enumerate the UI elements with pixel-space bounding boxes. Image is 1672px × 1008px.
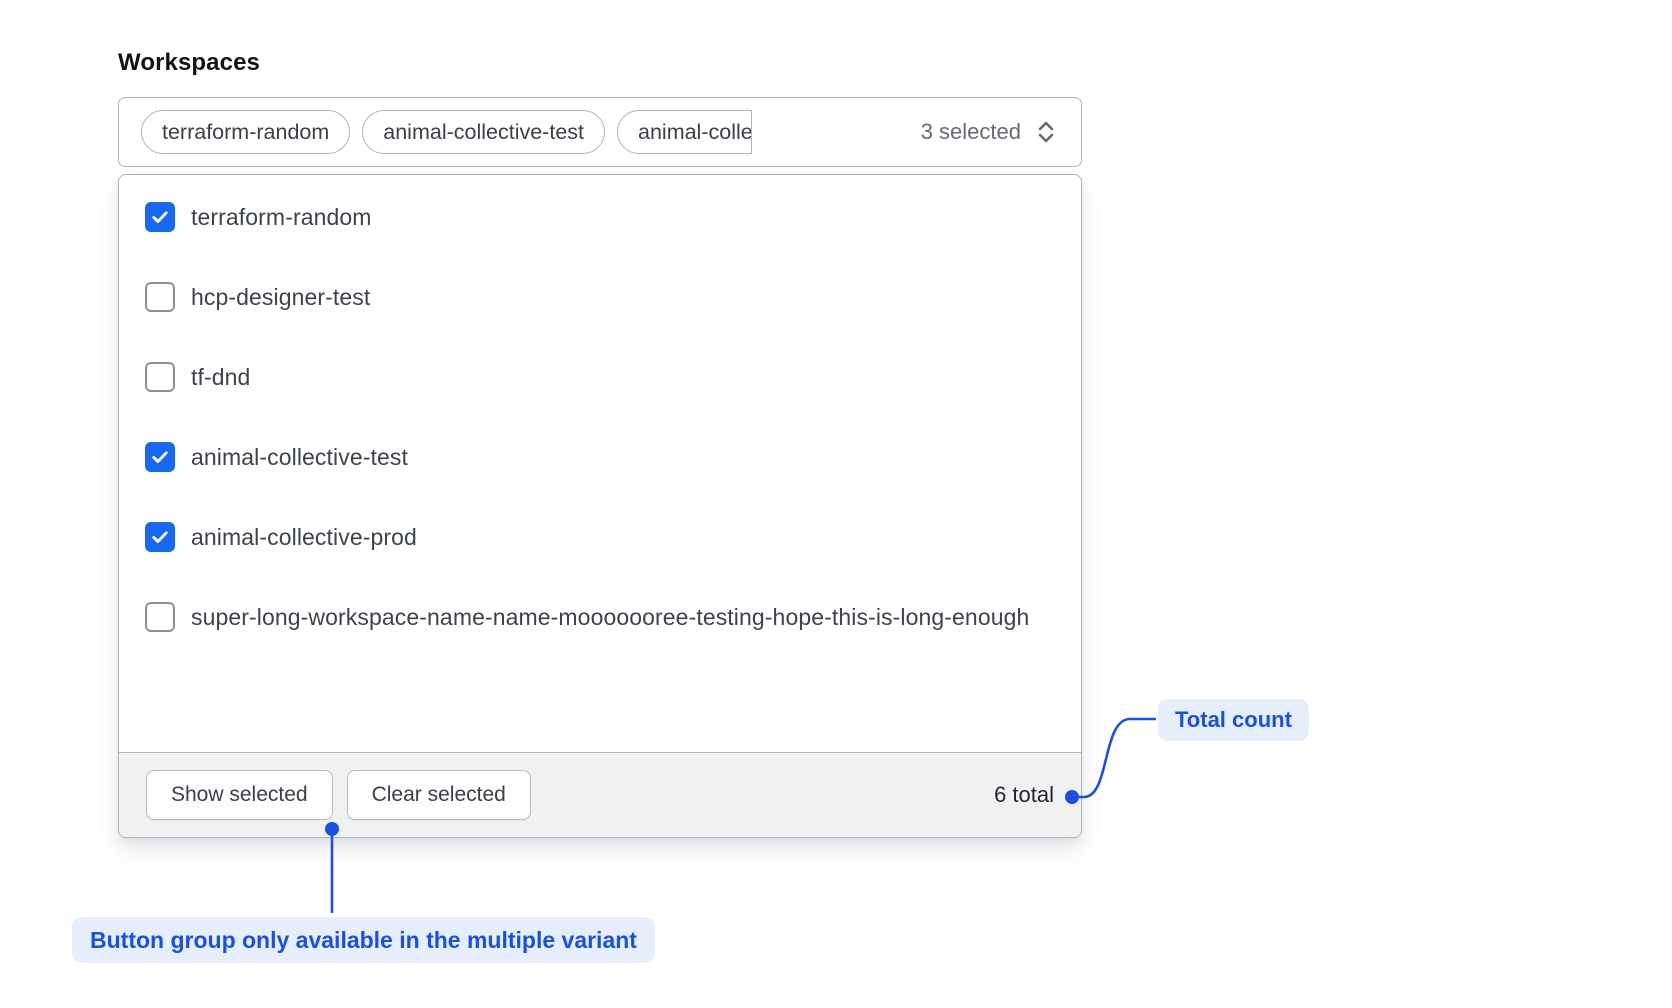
option-list: terraform-random hcp-designer-test tf-dn… [119, 175, 1081, 657]
selected-count-group: 3 selected [921, 118, 1059, 146]
listbox-panel: terraform-random hcp-designer-test tf-dn… [118, 174, 1082, 838]
annotation-button-group: Button group only available in the multi… [72, 917, 655, 963]
show-selected-button[interactable]: Show selected [146, 770, 333, 820]
option-row[interactable]: animal-collective-prod [119, 497, 1081, 577]
total-count-connector-line [1072, 719, 1156, 797]
workspaces-field-label: Workspaces [118, 47, 260, 79]
check-icon [150, 447, 170, 467]
option-row[interactable]: hcp-designer-test [119, 257, 1081, 337]
option-label: terraform-random [191, 201, 372, 233]
caret-sort-icon [1033, 118, 1059, 146]
option-row[interactable]: super-long-workspace-name-name-moooooore… [119, 577, 1081, 657]
total-count: 6 total [994, 782, 1054, 808]
check-icon [150, 527, 170, 547]
option-label: hcp-designer-test [191, 281, 370, 313]
clear-selected-button[interactable]: Clear selected [347, 770, 531, 820]
option-checkbox[interactable] [145, 282, 175, 312]
option-label: tf-dnd [191, 361, 250, 393]
selected-tag: terraform-random [141, 110, 350, 154]
selected-count: 3 selected [921, 119, 1021, 145]
option-row[interactable]: animal-collective-test [119, 417, 1081, 497]
selected-tag: animal-collective-prod [617, 110, 752, 154]
selected-tags: terraform-random animal-collective-test an… [141, 110, 752, 154]
listbox-footer: Show selected Clear selected 6 total [119, 752, 1081, 837]
option-checkbox[interactable] [145, 362, 175, 392]
option-label: animal-collective-test [191, 441, 408, 473]
option-row[interactable]: tf-dnd [119, 337, 1081, 417]
option-row[interactable]: terraform-random [119, 177, 1081, 257]
option-label: super-long-workspace-name-name-moooooore… [191, 601, 1029, 633]
annotation-total-count: Total count [1158, 699, 1309, 741]
option-checkbox[interactable] [145, 202, 175, 232]
option-checkbox[interactable] [145, 602, 175, 632]
workspaces-select-trigger[interactable]: terraform-random animal-collective-test an… [118, 97, 1082, 167]
option-checkbox[interactable] [145, 522, 175, 552]
option-checkbox[interactable] [145, 442, 175, 472]
page: Workspaces terraform-random animal-collec… [0, 0, 1672, 1008]
check-icon [150, 207, 170, 227]
selected-tag: animal-collective-test [362, 110, 605, 154]
option-label: animal-collective-prod [191, 521, 417, 553]
